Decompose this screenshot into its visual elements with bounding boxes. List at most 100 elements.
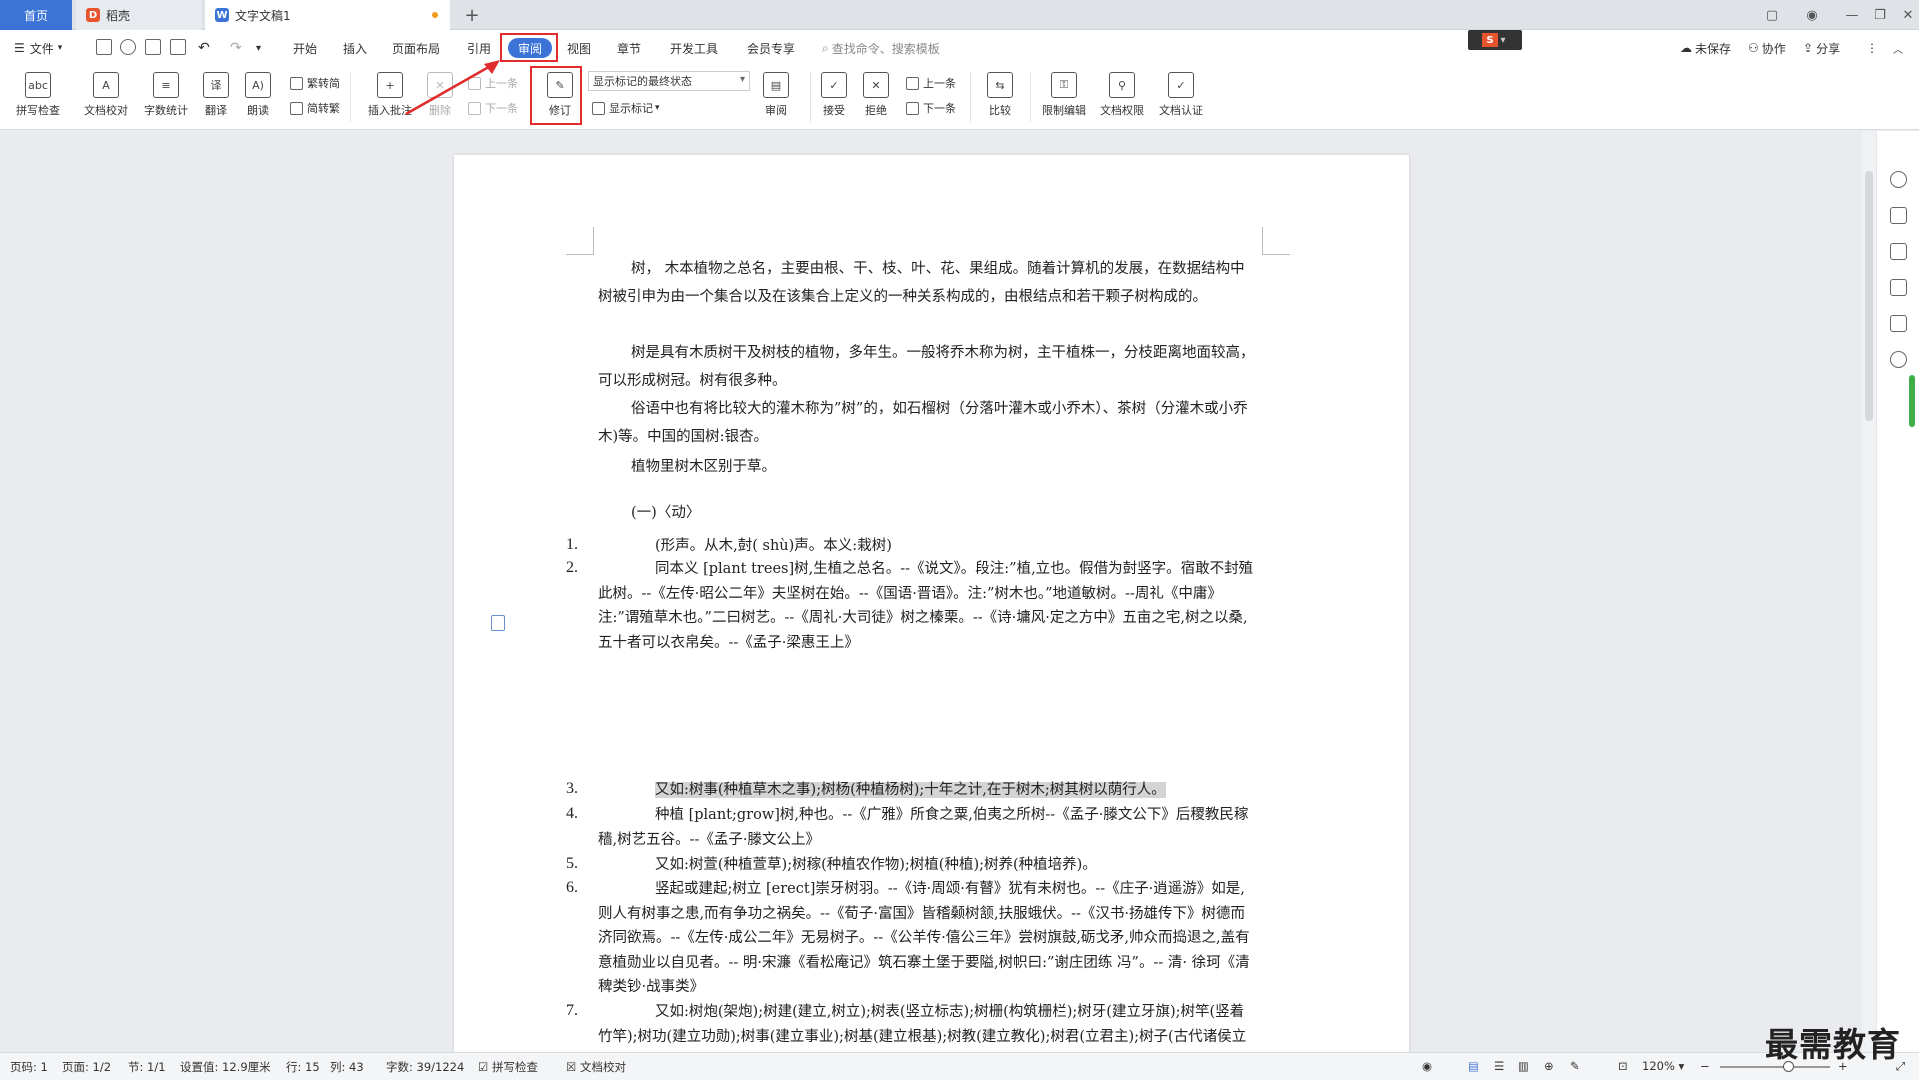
trad-to-simp-button[interactable]: 繁转简 — [290, 73, 340, 93]
redo-icon[interactable]: ↷ — [230, 38, 242, 58]
chevron-down-icon: ▾ — [1500, 34, 1506, 46]
more-icon[interactable]: ⋮ — [1866, 38, 1878, 58]
help-icon[interactable] — [1890, 351, 1907, 368]
scrollbar-thumb[interactable] — [1865, 171, 1873, 421]
page-view-icon[interactable]: ▤ — [1468, 1059, 1479, 1073]
paragraph-marker-icon[interactable] — [491, 615, 505, 631]
list-item[interactable]: 又如:树炮(架炮);树建(建立,树立);树表(竖立标志);树栅(构筑栅栏);树牙… — [598, 1000, 1258, 1052]
command-search[interactable]: ⌕ 查找命令、搜索模板 — [822, 38, 940, 58]
markup-state-value: 显示标记的最终状态 — [593, 75, 692, 88]
trad-to-simp-label: 繁转简 — [307, 77, 340, 90]
save-icon[interactable] — [96, 39, 112, 55]
zoom-slider[interactable] — [1720, 1066, 1830, 1068]
customize-toolbar-icon[interactable]: ▾ — [256, 38, 261, 58]
tab-view[interactable]: 视图 — [567, 38, 591, 58]
vertical-scrollbar[interactable] — [1862, 131, 1876, 1052]
doc-certify-button[interactable]: ✓ 文档认证 — [1153, 68, 1209, 126]
status-proofread[interactable]: ☒ 文档校对 — [566, 1059, 626, 1075]
simp-to-trad-button[interactable]: 简转繁 — [290, 98, 340, 118]
avatar[interactable]: ◉ — [1792, 0, 1832, 30]
list-item-selected[interactable]: 又如:树事(种植草木之事);树杨(种植杨树);十年之计,在于树木;树其树以荫行人… — [598, 778, 1258, 803]
read-aloud-button[interactable]: A) 朗读 — [230, 68, 286, 126]
tab-layout-icon[interactable]: ▢ — [1752, 0, 1792, 30]
show-markup-icon — [592, 101, 605, 115]
read-aloud-icon: A) — [245, 72, 271, 98]
paragraph-2[interactable]: 树是具有木质树干及树枝的植物，多年生。一般将乔木称为树，主干植株一，分枝距离地面… — [598, 339, 1258, 395]
paragraph-5[interactable]: (一)〈动〉 — [598, 499, 1258, 527]
file-menu-label: 文件 — [29, 41, 54, 56]
file-menu[interactable]: ☰ 文件 ▾ — [14, 38, 62, 58]
collapse-ribbon-icon[interactable]: ︿ — [1893, 38, 1903, 58]
close-icon[interactable]: ✕ — [1888, 0, 1919, 30]
undo-icon[interactable]: ↶ — [198, 38, 210, 58]
list-item[interactable]: 同本义 [plant trees]树,生植之总名。--《说文》。段注:”植,立也… — [598, 557, 1258, 655]
search-icon: ⌕ — [822, 40, 829, 55]
sliders-icon[interactable] — [1890, 279, 1907, 296]
reject-button[interactable]: ✕ 拒绝 — [848, 68, 904, 126]
list-number: 3. — [566, 780, 578, 797]
paragraph-3[interactable]: 俗语中也有将比较大的灌木称为”树”的，如石榴树（分落叶灌木或小乔木）、茶树（分灌… — [598, 395, 1258, 451]
zoom-value: 120% — [1642, 1059, 1675, 1073]
fit-page-icon[interactable]: ⊡ — [1618, 1059, 1628, 1073]
status-spell-check[interactable]: ☑ 拼写检查 — [478, 1059, 538, 1075]
tab-page-layout[interactable]: 页面布局 — [392, 38, 440, 58]
tab-insert[interactable]: 插入 — [343, 38, 367, 58]
rocket-icon[interactable] — [1890, 171, 1907, 188]
list-item[interactable]: 又如:树萱(种植萱草);树稼(种植农作物);树植(种植);树养(种植培养)。 — [598, 853, 1258, 878]
share-label: 分享 — [1816, 41, 1841, 56]
zoom-out-icon[interactable]: − — [1700, 1059, 1710, 1073]
zoom-level[interactable]: 120% ▾ — [1642, 1059, 1684, 1073]
list-item[interactable]: 种植 [plant;grow]树,种也。--《广雅》所食之粟,伯夷之所树--《孟… — [598, 803, 1258, 852]
compare-button[interactable]: ⇆ 比较 — [972, 68, 1028, 126]
spell-check-button[interactable]: abc 拼写检查 — [10, 68, 66, 126]
next-change-button[interactable]: 下一条 — [906, 98, 956, 118]
markup-state-select[interactable]: 显示标记的最终状态 — [588, 71, 750, 91]
list-number: 2. — [566, 559, 578, 576]
paragraph-1[interactable]: 树， 木本植物之总名，主要由根、干、枝、叶、花、果组成。随着计算机的发展，在数据… — [598, 255, 1258, 311]
archive-icon[interactable] — [1890, 315, 1907, 332]
review-pane-button[interactable]: ▤ 审阅 — [748, 68, 804, 126]
annotate-icon[interactable]: ✎ — [1570, 1059, 1580, 1073]
list-item[interactable]: (形声。从木,尌( shù)声。本义:栽树) — [598, 534, 1258, 559]
tab-developer[interactable]: 开发工具 — [670, 38, 718, 58]
pen-icon[interactable] — [1890, 207, 1907, 224]
status-word-count[interactable]: 字数: 39/1224 — [386, 1059, 464, 1075]
tab-home[interactable]: 首页 — [0, 0, 72, 30]
word-count-button[interactable]: ≡ 字数统计 — [138, 68, 194, 126]
status-section: 节: 1/1 — [128, 1060, 166, 1074]
ribbon-divider — [350, 72, 351, 122]
simp-to-trad-label: 简转繁 — [307, 102, 340, 115]
accept-icon: ✓ — [821, 72, 847, 98]
input-method-indicator[interactable]: S ▾ — [1468, 30, 1522, 50]
print-icon[interactable] — [145, 39, 161, 55]
tab-chapter[interactable]: 章节 — [617, 38, 641, 58]
outline-view-icon[interactable]: ☰ — [1494, 1059, 1504, 1073]
document-page[interactable]: 树， 木本植物之总名，主要由根、干、枝、叶、花、果组成。随着计算机的发展，在数据… — [454, 155, 1409, 1052]
tab-references[interactable]: 引用 — [467, 38, 491, 58]
unsaved-status[interactable]: ☁ 未保存 — [1680, 38, 1731, 58]
reading-view-icon[interactable]: ▥ — [1518, 1059, 1529, 1073]
list-item[interactable]: 竖起或建起;树立 [erect]崇牙树羽。--《诗·周颂·有瞽》犹有未树也。--… — [598, 877, 1258, 1000]
tab-document[interactable]: W 文字文稿1 — [205, 0, 450, 30]
sogou-icon: S — [1482, 33, 1498, 47]
sidebar-handle[interactable] — [1909, 375, 1915, 427]
print-preview-icon[interactable] — [170, 39, 186, 55]
proofread-button[interactable]: A 文档校对 — [78, 68, 134, 126]
cursor-icon[interactable] — [1890, 243, 1907, 260]
prev-change-button[interactable]: 上一条 — [906, 73, 956, 93]
tab-daoke[interactable]: D 稻壳 — [76, 0, 202, 30]
tab-member[interactable]: 会员专享 — [747, 38, 795, 58]
proofread-label: 文档校对 — [84, 104, 128, 117]
paragraph-4[interactable]: 植物里树木区别于草。 — [598, 453, 1258, 481]
doc-permission-button[interactable]: ⚲ 文档权限 — [1094, 68, 1150, 126]
eye-icon[interactable]: ◉ — [1422, 1059, 1432, 1073]
user-icon: ⚇ — [1748, 41, 1759, 55]
share-button[interactable]: ⇪ 分享 — [1803, 38, 1840, 58]
web-view-icon[interactable]: ⊕ — [1544, 1059, 1554, 1073]
new-tab-icon[interactable]: + — [460, 0, 484, 30]
restrict-editing-button[interactable]: ⚿ 限制编辑 — [1036, 68, 1092, 126]
collab-button[interactable]: ⚇ 协作 — [1748, 38, 1786, 58]
show-markup-button[interactable]: 显示标记 ▾ — [592, 98, 660, 118]
output-icon[interactable] — [120, 39, 136, 55]
tab-start[interactable]: 开始 — [293, 38, 317, 58]
